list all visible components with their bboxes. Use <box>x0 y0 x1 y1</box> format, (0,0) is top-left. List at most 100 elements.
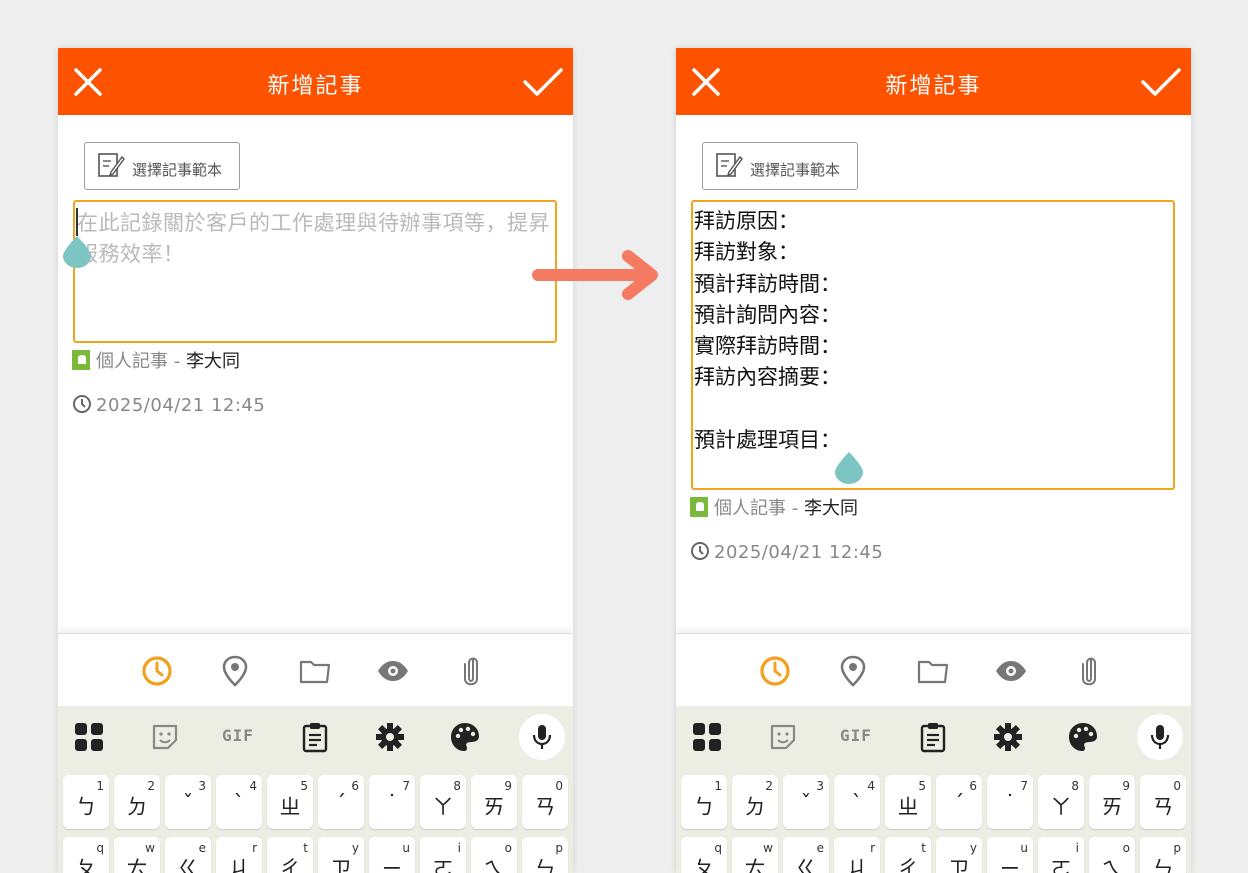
microphone-button[interactable] <box>1137 714 1183 760</box>
clock-icon[interactable] <box>140 654 174 688</box>
note-line: 實際拜訪時間： <box>694 334 841 359</box>
keyboard-key[interactable]: ㄓ5 <box>885 775 931 829</box>
keyboard-key[interactable]: ㄚ8 <box>420 775 466 829</box>
note-owner: 個人記事 - 李大同 <box>690 494 858 520</box>
paperclip-icon[interactable] <box>454 654 488 688</box>
key-sub-label: 9 <box>504 779 512 793</box>
text-caret <box>76 208 78 236</box>
keyboard-key[interactable]: ㄛi <box>1038 837 1084 873</box>
select-template-button[interactable]: 選擇記事範本 <box>84 142 240 190</box>
keyboard-key[interactable]: ㄍe <box>783 837 829 873</box>
keyboard-key[interactable]: ㄗy <box>936 837 982 873</box>
keyboard-key[interactable]: ㄞ9 <box>1089 775 1135 829</box>
key-main-label: ㄟ <box>483 857 505 873</box>
keyboard-key[interactable]: ㄉ2 <box>114 775 160 829</box>
timestamp-text: 2025/04/21 12:45 <box>96 395 266 416</box>
key-sub-label: 1 <box>714 779 722 793</box>
apps-grid-icon[interactable] <box>72 720 106 754</box>
note-text-area[interactable]: 拜訪原因： 拜訪對象： 預計拜訪時間： 預計詢問內容： 實際拜訪時間： 拜訪內容… <box>691 200 1175 490</box>
gif-button[interactable]: GIF <box>840 726 872 745</box>
timestamp-text: 2025/04/21 12:45 <box>714 542 884 563</box>
apps-grid-icon[interactable] <box>690 720 724 754</box>
location-pin-icon[interactable] <box>836 654 870 688</box>
keyboard-key[interactable]: ㄆq <box>681 837 727 873</box>
keyboard-key[interactable]: ㄊw <box>114 837 160 873</box>
cursor-handle-icon[interactable] <box>63 236 91 268</box>
keyboard-key[interactable]: ㄣp <box>1140 837 1186 873</box>
location-pin-icon[interactable] <box>218 654 252 688</box>
keyboard-key[interactable]: ˙ 7 <box>369 775 415 829</box>
paperclip-icon[interactable] <box>1072 654 1106 688</box>
confirm-check-icon[interactable] <box>1139 62 1183 102</box>
microphone-button[interactable] <box>519 714 565 760</box>
clipboard-icon[interactable] <box>916 720 950 754</box>
note-placeholder: 在此記錄關於客戶的工作處理與待辦事項等，提昇服務效率！ <box>77 211 550 266</box>
clipboard-icon[interactable] <box>298 720 332 754</box>
keyboard-key[interactable]: ㄔt <box>267 837 313 873</box>
sticker-icon[interactable] <box>148 720 182 754</box>
key-main-label: ㄆ <box>693 857 715 873</box>
keyboard-key[interactable]: ㄟo <box>1089 837 1135 873</box>
key-main-label: ㄣ <box>534 857 556 873</box>
page-title: 新增記事 <box>885 74 982 99</box>
palette-icon[interactable] <box>1066 720 1100 754</box>
sticker-icon[interactable] <box>766 720 800 754</box>
palette-icon[interactable] <box>448 720 482 754</box>
note-text-area[interactable]: 在此記錄關於客戶的工作處理與待辦事項等，提昇服務效率！ <box>63 200 557 343</box>
owner-label: 個人記事 - <box>96 351 186 372</box>
clock-icon[interactable] <box>758 654 792 688</box>
gear-icon[interactable] <box>373 720 407 754</box>
keyboard-key[interactable]: ˋ4 <box>216 775 262 829</box>
keyboard-key[interactable]: ㄅ1 <box>681 775 727 829</box>
key-sub-label: r <box>870 841 875 855</box>
keyboard-key[interactable]: ㄔt <box>885 837 931 873</box>
keyboard-key[interactable]: ˊ6 <box>936 775 982 829</box>
keyboard-key[interactable]: ㄍe <box>165 837 211 873</box>
key-main-label: ㄧ <box>999 857 1021 873</box>
key-sub-label: y <box>351 841 359 855</box>
key-sub-label: e <box>198 841 206 855</box>
keyboard-key[interactable]: ㄗy <box>318 837 364 873</box>
gear-icon[interactable] <box>991 720 1025 754</box>
keyboard-key[interactable]: ˙ 7 <box>987 775 1033 829</box>
keyboard-key[interactable]: ㄊw <box>732 837 778 873</box>
folder-icon[interactable] <box>298 654 332 688</box>
app-bar: 新增記事 <box>676 48 1191 115</box>
keyboard-key[interactable]: ㄅ1 <box>63 775 109 829</box>
keyboard-key[interactable]: ˇ3 <box>783 775 829 829</box>
eye-icon[interactable] <box>376 654 410 688</box>
keyboard-key[interactable]: ㄞ9 <box>471 775 517 829</box>
keyboard-key[interactable]: ㄟo <box>471 837 517 873</box>
key-main-label: ㄛ <box>1050 857 1072 873</box>
keyboard-key[interactable]: ㄓ5 <box>267 775 313 829</box>
confirm-check-icon[interactable] <box>521 62 565 102</box>
cursor-handle-icon[interactable] <box>835 452 863 484</box>
keyboard-key[interactable]: ㄐr <box>834 837 880 873</box>
owner-label: 個人記事 - <box>714 498 804 519</box>
keyboard-key[interactable]: ˊ6 <box>318 775 364 829</box>
keyboard-key[interactable]: ㄚ8 <box>1038 775 1084 829</box>
select-template-button[interactable]: 選擇記事範本 <box>702 142 858 190</box>
gif-button[interactable]: GIF <box>222 726 254 745</box>
select-template-label: 選擇記事範本 <box>132 161 223 179</box>
key-main-label: ㄢ <box>534 795 556 819</box>
keyboard-key[interactable]: ㄛi <box>420 837 466 873</box>
folder-icon[interactable] <box>916 654 950 688</box>
phone-screen-before: 新增記事 選擇記事範本 在此記錄關於客戶的工作處理與待辦事項等，提昇服務效率！ … <box>58 48 573 873</box>
keyboard-key[interactable]: ㄧu <box>987 837 1033 873</box>
key-sub-label: 3 <box>198 779 206 793</box>
keyboard-key[interactable]: ˋ4 <box>834 775 880 829</box>
keyboard-key[interactable]: ㄢ0 <box>522 775 568 829</box>
eye-icon[interactable] <box>994 654 1028 688</box>
key-main-label: ㄔ <box>897 857 919 873</box>
keyboard-key[interactable]: ㄣp <box>522 837 568 873</box>
keyboard-key[interactable]: ㄐr <box>216 837 262 873</box>
keyboard-key[interactable]: ㄧu <box>369 837 415 873</box>
keyboard-key[interactable]: ㄉ2 <box>732 775 778 829</box>
keyboard-key[interactable]: ㄢ0 <box>1140 775 1186 829</box>
keyboard-key[interactable]: ˇ3 <box>165 775 211 829</box>
keyboard-key[interactable]: ㄆq <box>63 837 109 873</box>
contact-book-icon <box>72 350 90 370</box>
note-line: 預計詢問內容： <box>694 302 841 327</box>
key-sub-label: u <box>1020 841 1028 855</box>
